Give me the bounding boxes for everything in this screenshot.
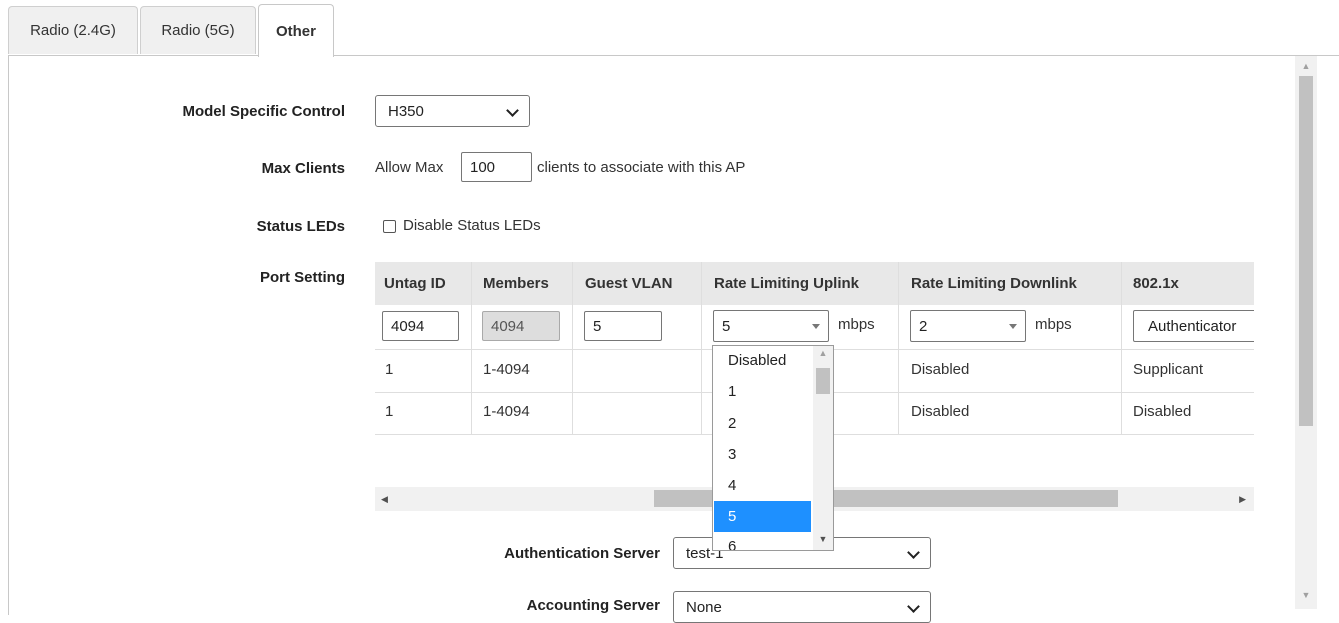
page-scrollbar[interactable]: ▲ ▼ [1295,56,1317,609]
tab-other[interactable]: Other [258,4,334,57]
dropdown-arrow-icon [1009,324,1017,329]
scroll-up-arrow-icon[interactable]: ▲ [813,348,833,358]
rate-limiting-uplink-select[interactable]: 5 [713,310,829,342]
uplink-select-value: 5 [722,317,731,335]
model-select-value: H350 [388,102,424,120]
scroll-down-arrow-icon[interactable]: ▼ [1295,587,1317,603]
uplink-dropdown-list: Disabled 1 2 3 4 5 6 ▲ ▼ [712,345,834,551]
dropdown-arrow-icon [812,324,820,329]
accounting-server-select[interactable]: None [673,591,931,623]
dropdown-option[interactable]: 4 [714,470,811,501]
dropdown-option[interactable]: 2 [714,408,811,439]
scroll-up-arrow-icon[interactable]: ▲ [1295,58,1317,74]
scroll-down-arrow-icon[interactable]: ▼ [813,534,833,544]
disable-status-leds-checkbox[interactable] [383,220,396,233]
model-specific-control-label: Model Specific Control [182,103,345,120]
status-leds-label: Status LEDs [256,218,345,235]
row-2-untag-id: 1 [385,403,394,420]
dropdown-option-selected[interactable]: 5 [714,501,811,532]
dot1x-select-value: Authenticator [1148,317,1237,335]
max-clients-input[interactable]: 100 [461,152,532,182]
row-1-untag-id: 1 [385,361,394,378]
column-header-members: Members [483,275,549,292]
members-input: 4094 [482,311,560,341]
max-clients-label: Max Clients [261,160,345,177]
column-header-rate-limiting-uplink: Rate Limiting Uplink [714,275,860,292]
dropdown-option[interactable]: Disabled [714,346,811,376]
guest-vlan-input[interactable]: 5 [584,311,662,341]
rate-limiting-downlink-select[interactable]: 2 [910,310,1026,342]
column-header-untag-id: Untag ID [384,275,446,292]
tab-radio-5g[interactable]: Radio (5G) [140,6,256,54]
downlink-unit: mbps [1035,316,1072,333]
scroll-right-arrow-icon[interactable]: ▶ [1239,487,1246,511]
tab-radio-2-4g[interactable]: Radio (2.4G) [8,6,138,54]
page-scrollbar-thumb[interactable] [1299,76,1313,426]
authentication-server-label: Authentication Server [504,545,660,562]
max-clients-suffix: clients to associate with this AP [537,159,746,176]
dropdown-option[interactable]: 3 [714,439,811,470]
dot1x-select[interactable]: Authenticator [1133,310,1254,342]
max-clients-prefix: Allow Max [375,159,444,176]
dropdown-option[interactable]: 1 [714,376,811,407]
chevron-down-icon [907,600,920,613]
row-1-members: 1-4094 [483,361,530,378]
accounting-server-value: None [686,598,722,616]
disable-status-leds-label[interactable]: Disable Status LEDs [403,217,541,234]
row-2-downlink: Disabled [911,403,970,420]
dropdown-scrollbar[interactable]: ▲ ▼ [813,346,833,550]
port-setting-label: Port Setting [260,269,345,286]
downlink-select-value: 2 [919,317,928,335]
column-header-802-1x: 802.1x [1133,275,1179,292]
model-specific-control-select[interactable]: H350 [375,95,530,127]
column-header-guest-vlan: Guest VLAN [585,275,673,292]
scroll-left-arrow-icon[interactable]: ◀ [381,487,388,511]
column-header-rate-limiting-downlink: Rate Limiting Downlink [911,275,1077,292]
row-1-downlink: Disabled [911,361,970,378]
dropdown-scrollbar-thumb[interactable] [816,368,830,394]
untag-id-input[interactable]: 4094 [382,311,459,341]
uplink-unit: mbps [838,316,875,333]
accounting-server-label: Accounting Server [526,597,660,614]
chevron-down-icon [907,546,920,559]
row-2-members: 1-4094 [483,403,530,420]
row-2-802-1x: Disabled [1133,403,1192,420]
row-1-802-1x: Supplicant [1133,361,1204,378]
chevron-down-icon [506,104,519,117]
dropdown-option[interactable]: 6 [714,531,811,550]
